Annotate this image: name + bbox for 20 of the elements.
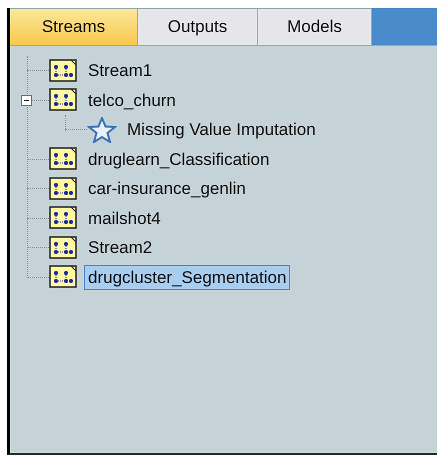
stream-icon [49, 236, 78, 260]
tree-item[interactable]: drugcluster_Segmentation [84, 264, 290, 290]
stream-icon [49, 88, 78, 112]
tree-item[interactable]: druglearn_Classification [84, 146, 274, 172]
tab[interactable]: Outputs [138, 8, 258, 45]
tree-item[interactable]: mailshot4 [84, 206, 165, 231]
tree-item[interactable]: Stream1 [84, 58, 156, 84]
tree-item[interactable]: Stream2 [84, 235, 156, 260]
stream-icon [49, 176, 78, 201]
tree-item[interactable]: telco_churn [84, 88, 180, 113]
tab[interactable]: Models [258, 8, 372, 45]
collapse-toggle[interactable] [21, 94, 32, 106]
tab[interactable]: Streams [10, 8, 138, 45]
stream-icon [49, 206, 78, 230]
tree-item[interactable]: car-insurance_genlin [84, 176, 250, 202]
tree-item[interactable]: Missing Value Imputation [123, 117, 320, 142]
stream-icon [49, 58, 78, 83]
stream-icon [49, 147, 78, 172]
star-icon [87, 116, 117, 143]
stream-icon [49, 265, 78, 290]
